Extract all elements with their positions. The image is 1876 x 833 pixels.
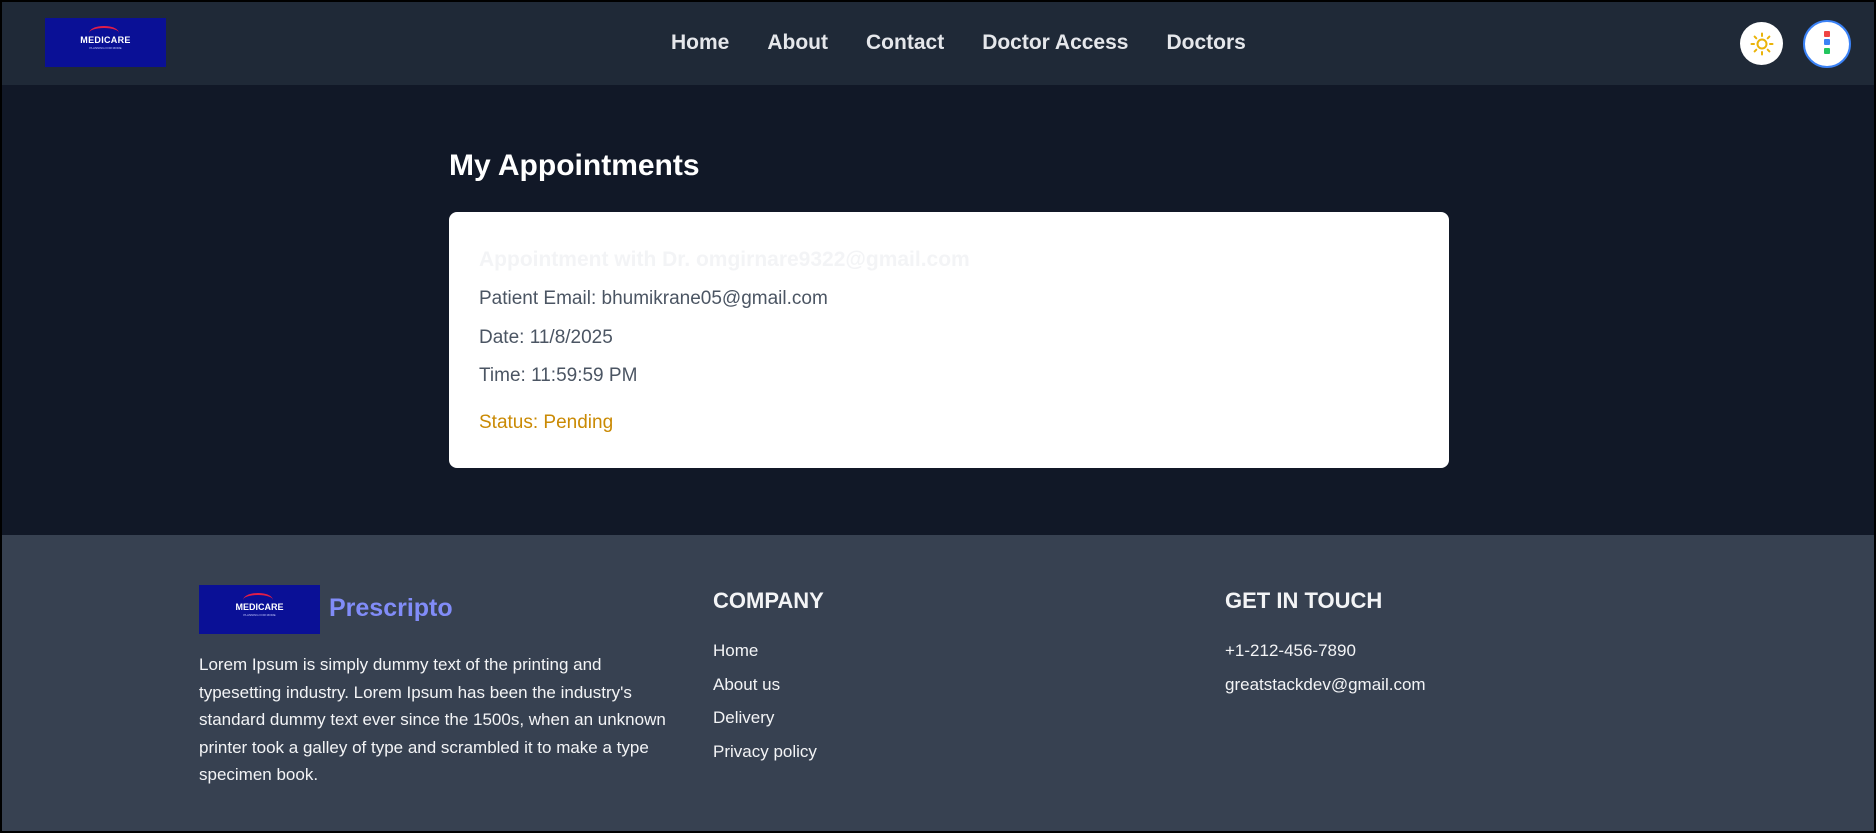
appointment-heading: Appointment with Dr. omgirnare9322@gmail… — [479, 248, 970, 271]
footer-medicare-logo: MEDICARE PLANNING FOR MORE — [199, 585, 320, 634]
nav-link-doctors[interactable]: Doctors — [1166, 30, 1245, 56]
footer-logo-swoosh-icon — [243, 593, 273, 607]
nav-link-contact[interactable]: Contact — [866, 30, 944, 56]
company-links: Home About us Delivery Privacy policy — [713, 640, 817, 774]
nav-link-about[interactable]: About — [767, 30, 828, 56]
footer-link-privacy-policy[interactable]: Privacy policy — [713, 741, 817, 775]
status-badge: Status: Pending — [479, 412, 614, 433]
appointment-date: Date: 11/8/2025 — [479, 327, 613, 348]
main-nav: Home About Contact Doctor Access Doctors — [671, 30, 1284, 56]
contact-email: greatstackdev@gmail.com — [1225, 674, 1426, 694]
avatar-image-icon — [1820, 29, 1834, 59]
footer-logo-subtitle: PLANNING FOR MORE — [243, 613, 276, 617]
footer-link-home[interactable]: Home — [713, 640, 817, 674]
footer-link-delivery[interactable]: Delivery — [713, 707, 817, 741]
footer: MEDICARE PLANNING FOR MORE Prescripto Lo… — [2, 535, 1874, 831]
footer-description: Lorem Ipsum is simply dummy text of the … — [199, 655, 666, 784]
patient-email: Patient Email: bhumikrane05@gmail.com — [479, 288, 828, 309]
appointment-time: Time: 11:59:59 PM — [479, 365, 638, 386]
theme-toggle-button[interactable] — [1740, 22, 1783, 65]
footer-brand-name: Prescripto — [329, 594, 453, 622]
footer-link-about-us[interactable]: About us — [713, 674, 817, 708]
appointment-card: Appointment with Dr. omgirnare9322@gmail… — [449, 212, 1449, 468]
profile-avatar[interactable] — [1803, 20, 1851, 68]
contact-heading: GET IN TOUCH — [1225, 588, 1383, 613]
nav-link-home[interactable]: Home — [671, 30, 729, 56]
logo-swoosh-icon — [89, 26, 119, 40]
medicare-logo[interactable]: MEDICARE PLANNING FOR MORE — [45, 18, 166, 67]
nav-link-doctor-access[interactable]: Doctor Access — [982, 30, 1128, 56]
sun-icon — [1750, 32, 1773, 55]
contact-list: +1-212-456-7890 greatstackdev@gmail.com — [1225, 640, 1426, 707]
company-heading: COMPANY — [713, 588, 824, 613]
navbar: MEDICARE PLANNING FOR MORE Home About Co… — [2, 2, 1874, 85]
page-title: My Appointments — [449, 149, 700, 182]
logo-subtitle: PLANNING FOR MORE — [89, 46, 122, 50]
contact-phone: +1-212-456-7890 — [1225, 641, 1356, 660]
